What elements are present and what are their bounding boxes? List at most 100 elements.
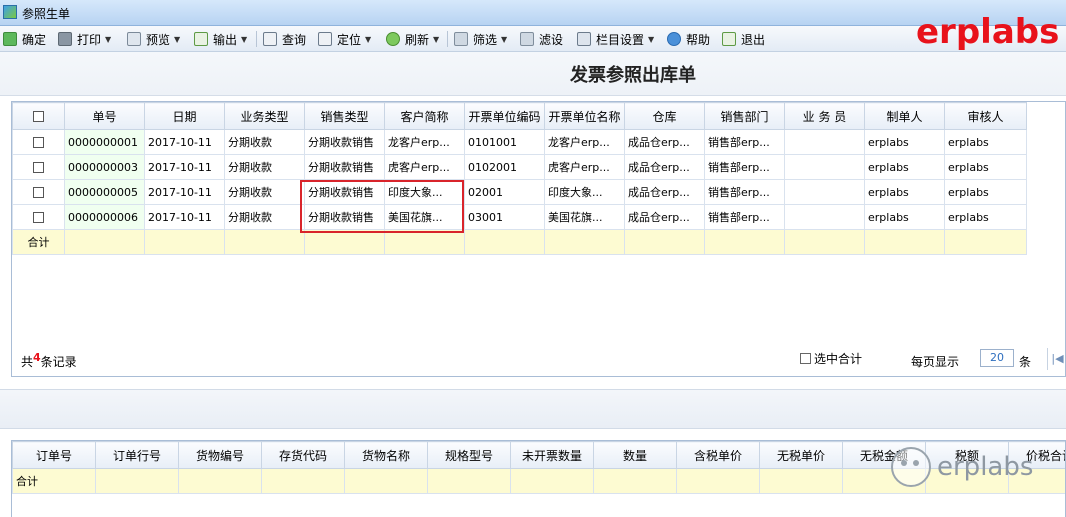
column-header[interactable]: 业 务 员 — [784, 102, 865, 130]
table-cell[interactable]: 2017-10-11 — [144, 129, 225, 155]
row-select-cell[interactable] — [12, 129, 65, 155]
column-header[interactable]: 业务类型 — [224, 102, 305, 130]
print-button[interactable]: 打印 ▼ — [58, 30, 111, 48]
first-page-button[interactable]: |◀ — [1047, 348, 1066, 370]
table-cell[interactable]: 2017-10-11 — [144, 204, 225, 230]
table-row[interactable]: 0000000005 2017-10-11 分期收款 分期收款销售 印度大象... 020… — [12, 179, 1027, 205]
column-header[interactable]: 客户简称 — [384, 102, 465, 130]
table-cell[interactable]: 0102001 — [464, 154, 545, 180]
column-header[interactable]: 订单行号 — [95, 441, 179, 469]
row-select-cell[interactable] — [12, 179, 65, 205]
table-cell[interactable]: 分期收款 — [224, 129, 305, 155]
column-settings-button[interactable]: 栏目设置 ▼ — [577, 30, 654, 48]
table-cell[interactable]: 龙客户erp... — [544, 129, 625, 155]
column-header[interactable]: 无税单价 — [759, 441, 843, 469]
column-header[interactable]: 制单人 — [864, 102, 945, 130]
column-header[interactable]: 订单号 — [12, 441, 96, 469]
chevron-down-icon[interactable]: ▼ — [241, 35, 247, 44]
preview-button[interactable]: 预览 ▼ — [127, 30, 180, 48]
table-cell[interactable]: 成品仓erp... — [624, 129, 705, 155]
refresh-button[interactable]: 刷新 ▼ — [386, 30, 439, 48]
column-header[interactable]: 货物名称 — [344, 441, 428, 469]
help-button[interactable]: 帮助 — [667, 30, 710, 48]
export-button[interactable]: 输出 ▼ — [194, 30, 247, 48]
table-cell[interactable]: 0000000003 — [64, 154, 145, 180]
table-cell[interactable]: 分期收款 — [224, 204, 305, 230]
table-cell[interactable]: 成品仓erp... — [624, 154, 705, 180]
column-header[interactable]: 数量 — [593, 441, 677, 469]
table-cell[interactable]: 0101001 — [464, 129, 545, 155]
table-cell[interactable]: 美国花旗... — [384, 204, 465, 230]
column-header[interactable]: 税额 — [925, 441, 1009, 469]
chevron-down-icon[interactable]: ▼ — [174, 35, 180, 44]
column-header[interactable]: 含税单价 — [676, 441, 760, 469]
per-page-input[interactable]: 20 — [980, 349, 1014, 367]
table-cell[interactable]: 03001 — [464, 204, 545, 230]
table-cell[interactable]: 0000000006 — [64, 204, 145, 230]
locate-button[interactable]: 定位 ▼ — [318, 30, 371, 48]
table-cell[interactable]: 分期收款销售 — [304, 154, 385, 180]
exit-button[interactable]: 退出 — [722, 30, 765, 48]
column-header[interactable]: 审核人 — [944, 102, 1027, 130]
column-header[interactable]: 开票单位编码 — [464, 102, 545, 130]
selected-sum-toggle[interactable]: 选中合计 — [800, 350, 862, 367]
table-cell[interactable]: 分期收款 — [224, 154, 305, 180]
table-cell[interactable]: 龙客户erp... — [384, 129, 465, 155]
column-header[interactable]: 日期 — [144, 102, 225, 130]
chevron-down-icon[interactable]: ▼ — [648, 35, 654, 44]
column-header[interactable]: 价税合计 — [1008, 441, 1065, 469]
row-select-cell[interactable] — [12, 154, 65, 180]
table-cell[interactable]: 销售部erp... — [704, 179, 785, 205]
chevron-down-icon[interactable]: ▼ — [433, 35, 439, 44]
column-header[interactable]: 仓库 — [624, 102, 705, 130]
table-cell[interactable]: erplabs — [864, 154, 945, 180]
table-cell[interactable]: erplabs — [864, 179, 945, 205]
table-cell[interactable]: erplabs — [944, 129, 1027, 155]
row-checkbox[interactable] — [33, 162, 44, 173]
select-all-checkbox[interactable] — [33, 111, 44, 122]
table-cell[interactable]: 分期收款销售 — [304, 204, 385, 230]
table-cell[interactable]: 2017-10-11 — [144, 154, 225, 180]
column-header[interactable]: 无税金额 — [842, 441, 926, 469]
table-cell[interactable] — [784, 154, 865, 180]
table-row[interactable]: 0000000003 2017-10-11 分期收款 分期收款销售 虎客户erp... 0… — [12, 154, 1027, 180]
filter-button[interactable]: 筛选 ▼ — [454, 30, 507, 48]
table-cell[interactable]: 分期收款 — [224, 179, 305, 205]
query-button[interactable]: 查询 — [263, 30, 306, 48]
filter-settings-button[interactable]: 滤设 — [520, 30, 563, 48]
table-cell[interactable]: 印度大象... — [384, 179, 465, 205]
table-cell[interactable]: erplabs — [944, 179, 1027, 205]
column-header[interactable]: 单号 — [64, 102, 145, 130]
column-header[interactable]: 销售部门 — [704, 102, 785, 130]
table-cell[interactable]: 成品仓erp... — [624, 179, 705, 205]
table-cell[interactable]: 销售部erp... — [704, 129, 785, 155]
column-header[interactable]: 规格型号 — [427, 441, 511, 469]
table-row[interactable]: 0000000001 2017-10-11 分期收款 分期收款销售 龙客户erp... 0… — [12, 129, 1027, 155]
table-cell[interactable]: erplabs — [944, 154, 1027, 180]
table-row[interactable]: 0000000006 2017-10-11 分期收款 分期收款销售 美国花旗... 030… — [12, 204, 1027, 230]
select-all-header[interactable] — [12, 102, 65, 130]
table-cell[interactable]: 成品仓erp... — [624, 204, 705, 230]
table-cell[interactable]: erplabs — [944, 204, 1027, 230]
column-header[interactable]: 未开票数量 — [510, 441, 594, 469]
table-cell[interactable]: 美国花旗... — [544, 204, 625, 230]
chevron-down-icon[interactable]: ▼ — [105, 35, 111, 44]
table-cell[interactable]: 分期收款销售 — [304, 179, 385, 205]
table-cell[interactable]: 0000000005 — [64, 179, 145, 205]
row-checkbox[interactable] — [33, 187, 44, 198]
row-checkbox[interactable] — [33, 137, 44, 148]
chevron-down-icon[interactable]: ▼ — [501, 35, 507, 44]
table-cell[interactable]: 印度大象... — [544, 179, 625, 205]
confirm-button[interactable]: 确定 — [3, 30, 46, 48]
row-select-cell[interactable] — [12, 204, 65, 230]
row-checkbox[interactable] — [33, 212, 44, 223]
table-cell[interactable] — [784, 179, 865, 205]
column-header[interactable]: 存货代码 — [261, 441, 345, 469]
table-cell[interactable] — [784, 204, 865, 230]
table-cell[interactable]: 分期收款销售 — [304, 129, 385, 155]
table-cell[interactable]: 虎客户erp... — [544, 154, 625, 180]
table-cell[interactable]: 02001 — [464, 179, 545, 205]
table-cell[interactable]: 销售部erp... — [704, 154, 785, 180]
selected-sum-checkbox[interactable] — [800, 353, 811, 364]
table-cell[interactable] — [784, 129, 865, 155]
